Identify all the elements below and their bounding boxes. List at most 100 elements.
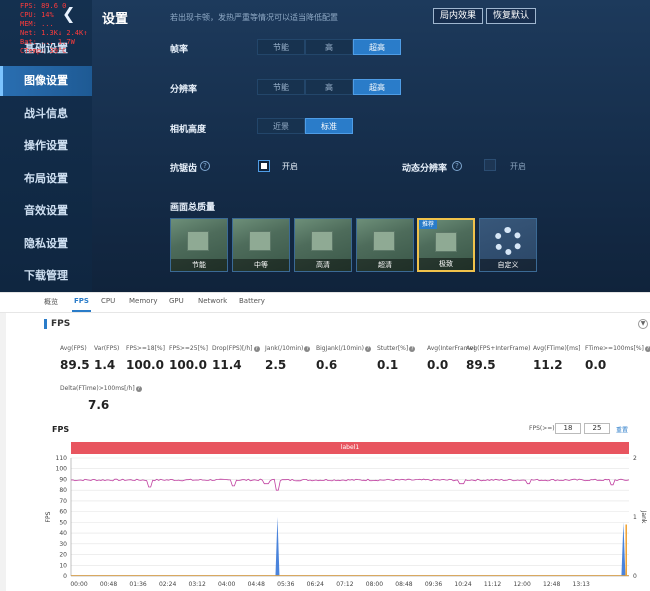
help-icon[interactable]: ?: [304, 345, 311, 352]
x-tick-label: 12:00: [513, 581, 530, 588]
sidebar-item-graphics[interactable]: 图像设置: [0, 66, 92, 96]
quality-preset-custom[interactable]: 自定义: [479, 218, 537, 272]
x-tick-label: 09:36: [425, 581, 442, 588]
sidebar-item-privacy[interactable]: 隐私设置: [0, 229, 92, 259]
tab-cpu[interactable]: CPU: [101, 297, 115, 305]
tab-gpu[interactable]: GPU: [169, 297, 184, 305]
sidebar-item-download[interactable]: 下载管理: [0, 261, 92, 291]
overlay-line: Net: 1.3K↓ 2.4K↑: [20, 29, 88, 37]
resolution-option-high[interactable]: 高: [305, 79, 353, 95]
dynamic-resolution-help-icon[interactable]: ?: [452, 161, 462, 171]
stat-label: Avg(FTime)[ms]: [533, 345, 581, 352]
preset-caption: 中等: [233, 259, 289, 271]
quality-preset-eco[interactable]: 节能: [170, 218, 228, 272]
perf-tool-panel: 概览 FPS CPU Memory GPU Network Battery FP…: [0, 292, 650, 591]
y-tick-label: 50: [59, 519, 67, 526]
x-tick-label: 06:24: [307, 581, 324, 588]
quality-preset-extreme[interactable]: 推荐 极致: [417, 218, 475, 272]
quality-label: 画面总质量: [170, 203, 216, 213]
help-icon[interactable]: ?: [135, 385, 142, 392]
camera-option-close[interactable]: 近景: [257, 118, 305, 134]
dynamic-resolution-checkbox[interactable]: [484, 159, 496, 171]
tab-fps[interactable]: FPS: [72, 297, 91, 312]
jank-spike: [621, 522, 626, 576]
back-arrow-icon[interactable]: ❮: [62, 6, 78, 22]
x-tick-label: 11:12: [484, 581, 501, 588]
y-tick-label: 110: [56, 455, 68, 462]
resolution-option-ultra[interactable]: 超高: [353, 79, 401, 95]
metric-tabs: 概览 FPS CPU Memory GPU Network Battery: [0, 293, 650, 313]
stat-avg-ftime: Avg(FTime)[ms] 11.2: [533, 345, 580, 372]
local-effect-button[interactable]: 局内效果: [433, 8, 484, 24]
x-tick-label: 00:48: [100, 581, 117, 588]
section-marker: [44, 319, 47, 329]
reset-link[interactable]: 重置: [616, 425, 628, 434]
help-icon[interactable]: ?: [409, 345, 416, 352]
sidebar-item-layout[interactable]: 布局设置: [0, 164, 92, 194]
scene-thumbnail: [373, 231, 395, 251]
help-icon[interactable]: ?: [364, 345, 371, 352]
camera-height-selector: 近景 标准: [257, 118, 353, 134]
x-tick-label: 05:36: [277, 581, 294, 588]
sidebar-item-controls[interactable]: 操作设置: [0, 131, 92, 161]
stat-label: Avg(FPS+InterFrame): [466, 345, 531, 352]
resolution-option-eco[interactable]: 节能: [257, 79, 305, 95]
preset-caption: 节能: [171, 259, 227, 271]
frame-rate-label: 帧率: [170, 45, 189, 55]
stat-value: 100.0: [169, 358, 207, 372]
help-icon[interactable]: ?: [644, 345, 650, 352]
label-bar[interactable]: label1: [71, 442, 629, 454]
camera-option-standard[interactable]: 标准: [305, 118, 353, 134]
quality-preset-medium[interactable]: 中等: [232, 218, 290, 272]
sidebar-item-battle-info[interactable]: 战斗信息: [0, 99, 92, 129]
x-tick-label: 10:24: [454, 581, 471, 588]
stat-label: Avg(FPS): [60, 345, 87, 352]
y-tick-label: 60: [59, 509, 67, 516]
quality-preset-hd[interactable]: 高清: [294, 218, 352, 272]
x-tick-label: 08:48: [395, 581, 412, 588]
section-title: FPS: [51, 319, 71, 329]
stat-value: 11.4: [212, 358, 242, 372]
stat-value: 0.6: [316, 358, 338, 372]
page-title: 设置: [102, 12, 129, 27]
y-tick-label: 70: [59, 498, 67, 505]
stat-jank: Jank(/10min)? 2.5: [265, 345, 311, 372]
y-tick-label: 40: [59, 530, 67, 537]
frame-rate-option-ultra[interactable]: 超高: [353, 39, 401, 55]
x-tick-label: 04:48: [248, 581, 265, 588]
stat-value: 89.5: [60, 358, 90, 372]
help-icon[interactable]: ?: [253, 345, 260, 352]
fps-threshold-input-1[interactable]: 18: [555, 423, 581, 434]
frame-rate-option-high[interactable]: 高: [305, 39, 353, 55]
anti-alias-label: 抗锯齿: [170, 164, 198, 174]
frame-rate-option-eco[interactable]: 节能: [257, 39, 305, 55]
stat-label: Delta(FTime)>100ms[/h]: [60, 385, 135, 392]
scene-thumbnail: [311, 231, 333, 251]
tab-memory[interactable]: Memory: [129, 297, 157, 305]
x-tick-label: 07:12: [336, 581, 353, 588]
stat-bigjank: BigJank(/10min)? 0.6: [316, 345, 371, 372]
tab-network[interactable]: Network: [198, 297, 227, 305]
anti-alias-help-icon[interactable]: ?: [200, 161, 210, 171]
restore-default-button[interactable]: 恢复默认: [486, 8, 537, 24]
stat-value: 89.5: [466, 358, 496, 372]
scene-thumbnail: [187, 231, 209, 251]
collapse-icon[interactable]: ▼: [638, 319, 648, 329]
tab-battery[interactable]: Battery: [239, 297, 265, 305]
anti-alias-checkbox[interactable]: [258, 160, 270, 172]
tab-overview[interactable]: 概览: [44, 297, 58, 307]
preset-caption: 高清: [295, 259, 351, 271]
quality-preset-ultra[interactable]: 超清: [356, 218, 414, 272]
sidebar-item-audio[interactable]: 音效设置: [0, 196, 92, 226]
y-right-tick-label: 1: [633, 514, 637, 521]
fps-chart: 0 10 20 30 40 50 60 70 80 90 100 110 FPS Jank 0 1 2 00:00…: [45, 455, 647, 588]
stat-value: 100.0: [126, 358, 164, 372]
y-tick-label: 10: [59, 562, 67, 569]
y-tick-label: 80: [59, 487, 67, 494]
y-axis-right-label: Jank: [640, 510, 647, 524]
scene-thumbnail: [249, 231, 271, 251]
stat-label: Stutter[%]: [377, 345, 409, 352]
stat-label: Var(FPS): [94, 345, 120, 352]
fps-filter-label: FPS(>=): [529, 425, 555, 432]
fps-threshold-input-2[interactable]: 25: [584, 423, 610, 434]
